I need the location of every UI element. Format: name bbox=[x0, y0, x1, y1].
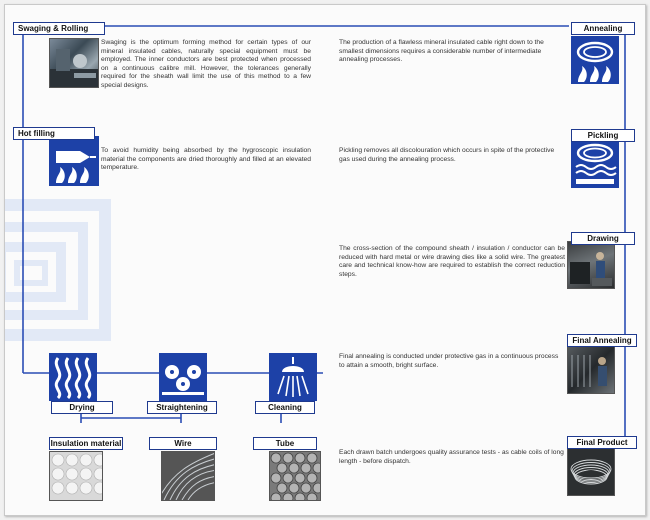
step-label-drawing: Drawing bbox=[571, 232, 635, 245]
final-product-description: Each drawn batch undergoes quality assur… bbox=[339, 449, 564, 465]
coil-bath-icon bbox=[571, 140, 619, 188]
heat-waves-icon bbox=[49, 353, 97, 401]
material-label-tube: Tube bbox=[253, 437, 317, 450]
step-label-final-annealing: Final Annealing bbox=[567, 334, 637, 347]
step-label-cleaning: Cleaning bbox=[255, 401, 315, 414]
pickling-description: Pickling removes all discolouration whic… bbox=[339, 147, 555, 163]
swaging-machine-photo bbox=[49, 38, 99, 88]
material-label-insulation: Insulation material bbox=[49, 437, 123, 450]
drawing-machine-photo bbox=[567, 241, 615, 289]
step-label-straightening: Straightening bbox=[147, 401, 217, 414]
nozzle-flame-icon bbox=[49, 136, 99, 186]
rollers-icon bbox=[159, 353, 207, 401]
step-label-final-product: Final Product bbox=[567, 436, 637, 449]
step-label-drying: Drying bbox=[51, 401, 113, 414]
shower-icon bbox=[269, 353, 317, 401]
insulation-material-photo bbox=[49, 451, 103, 501]
final-product-coil-photo bbox=[567, 448, 615, 496]
tube-stack-photo bbox=[269, 451, 321, 501]
coil-flame-icon bbox=[571, 36, 619, 84]
final-annealing-photo bbox=[567, 346, 615, 394]
step-label-pickling: Pickling bbox=[571, 129, 635, 142]
drawing-description: The cross-section of the compound sheath… bbox=[339, 245, 565, 278]
annealing-description: The production of a flawless mineral ins… bbox=[339, 39, 544, 64]
swaging-description: Swaging is the optimum forming method fo… bbox=[101, 39, 311, 89]
hot-filling-description: To avoid humidity being absorbed by the … bbox=[101, 147, 311, 172]
swaging-photo-detail bbox=[50, 49, 98, 87]
step-label-hot-filling: Hot filling bbox=[13, 127, 95, 140]
material-label-wire: Wire bbox=[149, 437, 217, 450]
wire-coil-photo bbox=[161, 451, 215, 501]
final-annealing-description: Final annealing is conducted under prote… bbox=[339, 353, 559, 369]
process-diagram-page: Swaging & Rolling Swaging is the optimum… bbox=[4, 4, 646, 516]
step-label-swaging-rolling: Swaging & Rolling bbox=[13, 22, 105, 35]
step-label-annealing: Annealing bbox=[571, 22, 635, 35]
